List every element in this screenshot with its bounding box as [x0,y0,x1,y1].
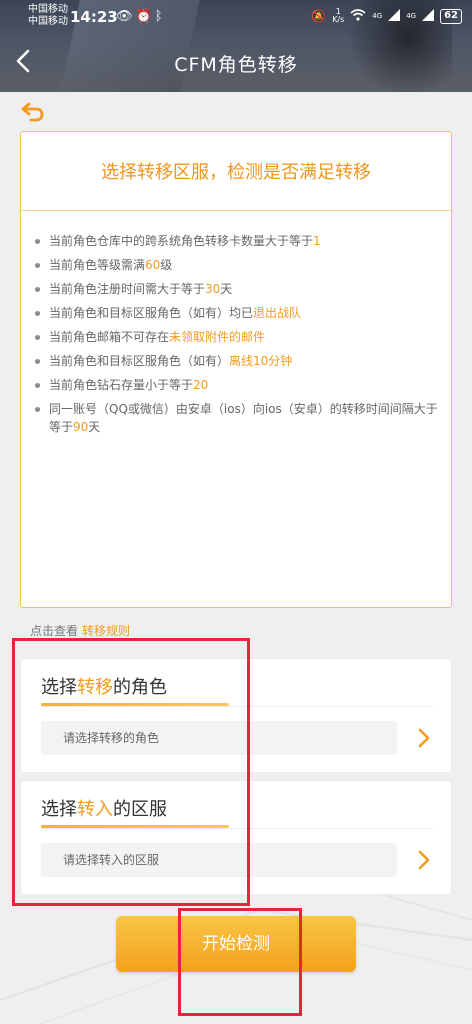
requirement-item: 当前角色钻石存量小于等于20 [33,376,438,394]
network-type-1: 4G [372,12,383,20]
annotation-box-button [178,908,302,1016]
signal-icon [422,8,435,24]
divider [21,210,451,211]
requirement-item: 同一账号（QQ或微信）由安卓（ios）向ios（安卓）的转移时间间隔大于等于90… [33,400,438,436]
annotation-box-select [12,638,250,906]
undo-arrow-icon [21,102,44,122]
network-type-2: 4G [406,12,417,20]
return-button[interactable] [20,101,46,123]
transfer-requirements-card: 选择转移区服，检测是否满足转移 当前角色仓库中的跨系统角色转移卡数量大于等于1 当… [20,131,452,608]
requirement-item: 当前角色注册时间需大于等于30天 [33,280,438,298]
requirement-item: 当前角色和目标区服角色（如有）均已退出战队 [33,304,438,322]
chevron-right-icon [418,728,430,748]
requirements-title: 选择转移区服，检测是否满足转移 [101,162,371,183]
carrier-2: 中国移动 [28,16,68,27]
carrier-labels: 中国移动 中国移动 [28,4,68,28]
rules-link-prefix: 点击查看 [30,624,79,638]
app-header: 中国移动 中国移动 14:23 👁⏰ᛒ 🔕 1 K/s 4G 4G 62 CFM… [0,0,472,92]
page-title: CFM角色转移 [174,54,298,76]
requirement-item: 当前角色仓库中的跨系统角色转移卡数量大于等于1 [33,232,438,250]
signal-icon [388,8,401,24]
requirement-item: 当前角色和目标区服角色（如有）离线10分钟 [33,352,438,370]
requirement-item: 当前角色邮箱不可存在未领取附件的邮件 [33,328,438,346]
eye-icon: 👁 [116,9,136,24]
battery-indicator: 62 [440,8,462,24]
chevron-right-icon [418,850,430,870]
alarm-icon: ⏰ [135,9,155,24]
requirement-item: 当前角色等级需满60级 [33,256,438,274]
select-server-arrow[interactable] [417,849,431,871]
status-icons-right: 🔕 1 K/s 4G 4G 62 [311,8,462,24]
wifi-icon [350,8,366,24]
rules-link-row: 点击查看 转移规则 [30,622,130,639]
select-role-arrow[interactable] [417,727,431,749]
status-icons-left: 👁⏰ᛒ [116,9,166,24]
transfer-rules-link[interactable]: 转移规则 [82,624,130,638]
bluetooth-icon: ᛒ [154,9,166,24]
status-bar: 中国移动 中国移动 14:23 👁⏰ᛒ 🔕 1 K/s 4G 4G 62 [0,0,472,34]
requirements-list: 当前角色仓库中的跨系统角色转移卡数量大于等于1 当前角色等级需满60级 当前角色注册… [33,232,438,442]
mute-bell-icon: 🔕 [311,9,327,23]
carrier-1: 中国移动 [28,4,68,15]
status-time: 14:23 [70,8,118,26]
network-speed: 1 K/s [332,7,345,24]
